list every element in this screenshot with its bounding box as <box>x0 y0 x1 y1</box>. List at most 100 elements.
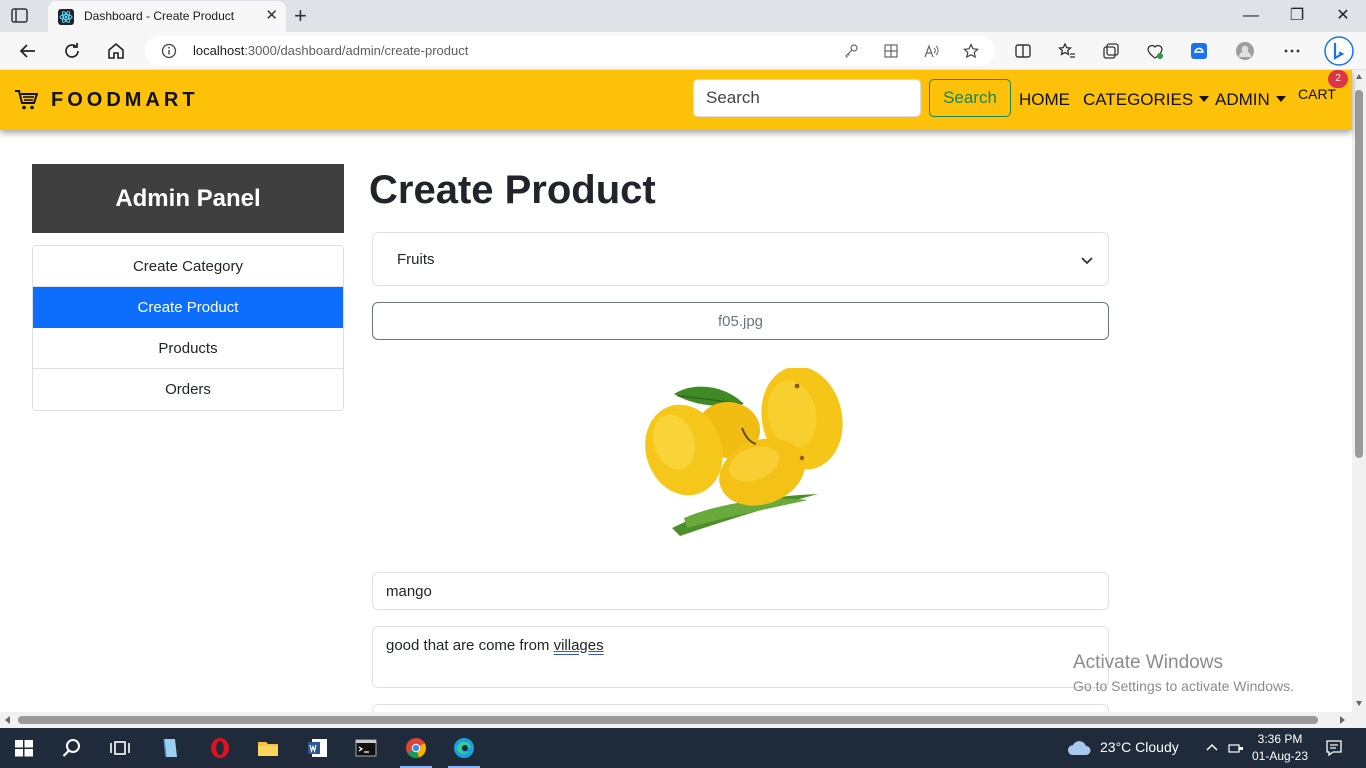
key-icon[interactable] <box>843 43 859 59</box>
collections-icon[interactable] <box>1101 41 1121 61</box>
shopping-cart-icon[interactable] <box>14 88 39 112</box>
product-name-input[interactable] <box>372 572 1109 610</box>
restore-button[interactable]: ❐ <box>1274 0 1320 32</box>
taskbar-search-button[interactable] <box>48 728 96 768</box>
minimize-button[interactable]: — <box>1228 0 1274 32</box>
task-view-button[interactable] <box>96 728 144 768</box>
admin-menu: Create Category Create Product Products … <box>32 245 344 411</box>
category-select-value: Fruits <box>397 251 435 268</box>
new-tab-button[interactable]: + <box>294 4 307 28</box>
edge-extension-icon[interactable] <box>1189 41 1209 61</box>
taskbar-app-opera[interactable] <box>196 728 244 768</box>
nav-admin-label: ADMIN <box>1215 90 1270 109</box>
favorites-icon[interactable] <box>1057 41 1077 61</box>
notification-icon[interactable] <box>1325 739 1343 757</box>
home-icon[interactable] <box>105 40 127 62</box>
activate-windows-watermark: Activate Windows Go to Settings to activ… <box>1073 652 1294 694</box>
watermark-line1: Activate Windows <box>1073 652 1223 673</box>
scroll-down-arrow-icon[interactable] <box>1356 701 1362 706</box>
product-description-textarea[interactable]: good that are come from villages <box>372 626 1109 688</box>
bing-copilot-icon[interactable] <box>1324 36 1354 66</box>
windows-taskbar: 23°C Cloudy 3:36 PM 01-Aug-23 <box>0 728 1366 768</box>
windows-logo-icon <box>15 740 33 757</box>
opera-icon <box>211 738 229 758</box>
nav-categories-dropdown[interactable]: CATEGORIES <box>1083 90 1210 110</box>
description-misspelled-word: villages <box>553 637 604 654</box>
clock-time: 3:36 PM <box>1257 732 1303 746</box>
site-navbar: FOODMART Search HOME CATEGORIES ADMIN CA… <box>0 70 1352 130</box>
site-info-icon[interactable] <box>161 43 177 59</box>
taskbar-app-edge[interactable] <box>440 728 488 768</box>
search-input[interactable] <box>693 79 921 117</box>
mango-photo-icon <box>645 366 843 536</box>
tab-title: Dashboard - Create Product <box>84 9 235 23</box>
brand-name[interactable]: FOODMART <box>51 89 199 112</box>
chevron-down-icon <box>1080 253 1094 267</box>
search-icon <box>62 739 80 757</box>
network-icon[interactable] <box>1228 740 1244 756</box>
scroll-up-arrow-icon[interactable] <box>1356 74 1362 79</box>
horizontal-scroll-thumb[interactable] <box>18 716 1318 724</box>
taskbar-app-file-explorer[interactable] <box>244 728 292 768</box>
horizontal-scrollbar[interactable] <box>0 712 1352 728</box>
tab-actions-icon[interactable] <box>10 6 30 26</box>
url-path: :3000/dashboard/admin/create-product <box>244 43 469 58</box>
browser-tab-active[interactable]: Dashboard - Create Product ✕ <box>48 1 286 32</box>
admin-panel-heading: Admin Panel <box>32 164 344 233</box>
word-icon <box>308 739 327 757</box>
back-icon[interactable] <box>17 40 39 62</box>
chrome-icon <box>406 738 426 758</box>
system-clock[interactable]: 3:36 PM 01-Aug-23 <box>1248 731 1312 765</box>
browser-essentials-icon[interactable] <box>1145 41 1165 61</box>
app-available-icon[interactable] <box>883 43 899 59</box>
upload-photo-button[interactable]: f05.jpg <box>372 302 1109 340</box>
url-text: localhost:3000/dashboard/admin/create-pr… <box>193 43 468 58</box>
task-view-icon <box>110 741 130 755</box>
favorite-star-icon[interactable] <box>963 43 979 59</box>
terminal-icon <box>355 739 377 757</box>
admin-menu-products[interactable]: Products <box>33 328 343 369</box>
category-select[interactable]: Fruits <box>372 232 1109 286</box>
product-photo-preview <box>632 366 852 546</box>
read-aloud-icon[interactable] <box>923 43 939 59</box>
description-text: good that are come from <box>386 637 554 654</box>
notepad-icon <box>163 738 177 758</box>
scroll-left-arrow-icon[interactable] <box>5 716 10 724</box>
weather-text[interactable]: 23°C Cloudy <box>1100 739 1179 755</box>
more-options-icon[interactable] <box>1282 41 1302 61</box>
nav-home-link[interactable]: HOME <box>1019 90 1070 110</box>
taskbar-app-chrome[interactable] <box>392 728 440 768</box>
admin-menu-create-category[interactable]: Create Category <box>33 246 343 287</box>
scroll-right-arrow-icon[interactable] <box>1340 716 1345 724</box>
nav-categories-label: CATEGORIES <box>1083 90 1194 109</box>
profile-avatar-icon[interactable] <box>1235 41 1255 61</box>
tab-close-icon[interactable]: ✕ <box>265 8 278 24</box>
page-viewport: FOODMART Search HOME CATEGORIES ADMIN CA… <box>0 70 1366 728</box>
cart-count-badge: 2 <box>1328 70 1348 88</box>
nav-admin-dropdown[interactable]: ADMIN <box>1215 90 1286 110</box>
search-button[interactable]: Search <box>929 79 1011 117</box>
vertical-scrollbar[interactable] <box>1352 70 1366 728</box>
react-favicon-icon <box>58 9 74 25</box>
cloud-weather-icon[interactable] <box>1066 738 1092 758</box>
clock-date: 01-Aug-23 <box>1251 749 1309 763</box>
admin-menu-create-product[interactable]: Create Product <box>33 287 343 328</box>
browser-tab-bar: Dashboard - Create Product ✕ + — ❐ ✕ <box>0 0 1366 32</box>
vertical-scroll-thumb[interactable] <box>1355 90 1363 458</box>
edge-icon <box>454 738 474 758</box>
reload-icon[interactable] <box>61 40 83 62</box>
taskbar-app-word[interactable] <box>294 728 342 768</box>
start-button[interactable] <box>0 728 48 768</box>
cart-link[interactable]: CART <box>1298 86 1336 102</box>
folder-icon <box>258 742 278 756</box>
window-close-button[interactable]: ✕ <box>1320 0 1366 32</box>
admin-menu-orders[interactable]: Orders <box>33 369 343 410</box>
split-screen-icon[interactable] <box>1013 41 1033 61</box>
page-title: Create Product <box>369 168 656 212</box>
address-bar[interactable]: localhost:3000/dashboard/admin/create-pr… <box>145 36 995 66</box>
taskbar-app-notepad[interactable] <box>146 728 194 768</box>
browser-toolbar: localhost:3000/dashboard/admin/create-pr… <box>0 32 1366 70</box>
chevron-up-icon[interactable] <box>1204 740 1220 756</box>
caret-down-icon <box>1275 96 1286 102</box>
taskbar-app-terminal[interactable] <box>342 728 390 768</box>
